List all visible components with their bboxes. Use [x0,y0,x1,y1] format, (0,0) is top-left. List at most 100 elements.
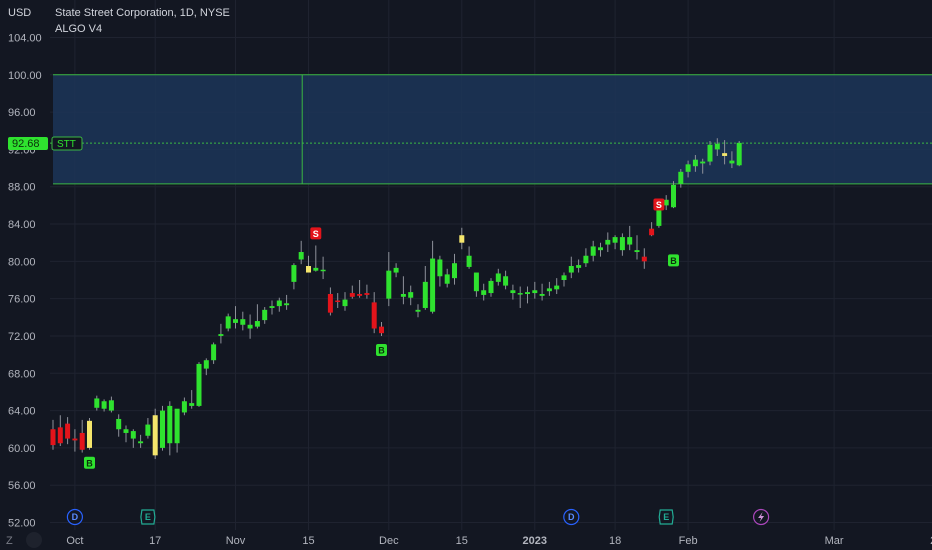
candle-body [525,292,530,294]
candle-body [444,274,450,284]
candle-body [495,273,501,282]
zoom-reset-icon: Z [6,535,13,547]
logo-icon [26,532,42,548]
event-label: D [568,512,575,522]
candle-body [590,246,596,256]
earnings-event[interactable]: E [140,509,156,525]
candle-body [269,306,275,308]
candle-body [656,209,662,226]
y-tick-label: 104.00 [8,33,42,45]
candle-body [722,153,728,156]
buy-signal-marker: B [84,456,95,469]
candle-body [342,299,348,307]
candle-body [181,401,187,413]
split-event[interactable] [752,508,770,526]
candle-body [532,290,538,294]
x-tick-label: 15 [456,535,468,547]
candle-body [619,237,625,251]
candle-body [327,293,333,313]
signal-marker-label: S [656,200,662,210]
signal-marker-label: S [313,229,319,239]
y-tick-label: 68.00 [8,368,36,380]
candle-body [211,344,217,361]
candle-body [130,431,136,439]
candle-body [225,316,231,329]
x-tick-label: 18 [609,535,621,547]
currency-label: USD [8,7,31,19]
signal-marker-label: B [378,345,385,355]
candle-body [583,255,589,264]
dividend-event[interactable]: D [66,508,84,526]
y-tick-label: 76.00 [8,294,36,306]
candle-body [203,360,209,369]
y-tick-label: 52.00 [8,518,36,530]
candle-body [291,265,297,282]
y-tick-label: 84.00 [8,219,36,231]
candle-body [576,265,582,268]
candle-body [415,309,421,312]
candle-body [218,334,224,336]
candle-body [422,281,428,308]
candle-body [50,429,56,446]
candle-body [386,270,392,299]
candle-body [167,405,173,444]
candle-body [729,160,735,164]
candle-body [605,239,611,245]
candle [196,362,202,407]
dividend-event[interactable]: D [563,508,580,526]
candle-body [612,237,618,243]
candle-body [138,441,144,444]
candle-body [627,237,633,245]
candle-body [72,438,78,441]
indicator-name: ALGO V4 [55,23,102,35]
y-tick-label: 56.00 [8,480,36,492]
candle-body [87,420,92,448]
candle-body [101,401,107,409]
price-badge-value: 92.68 [12,138,40,150]
signal-marker-label: B [670,256,677,266]
candle-body [466,255,472,267]
candle-body [254,321,260,327]
candle-body [649,228,655,236]
y-tick-label: 100.00 [8,70,42,82]
y-tick-label: 88.00 [8,182,36,194]
price-chart[interactable]: BSBSB 104.00100.0096.0092.0088.0084.0080… [0,0,932,550]
candle-body [671,184,676,208]
candle-body [320,269,326,272]
candle-body [459,235,465,243]
candle-body [371,302,377,329]
buy-signal-marker: B [376,343,387,356]
candle-body [561,275,567,280]
candle-body [393,267,399,273]
sell-signal-marker: S [653,198,665,211]
candle-body [714,143,720,150]
x-tick-label: Mar [825,535,844,547]
candle-body [539,293,545,296]
candle-body [233,319,238,323]
candle-body [598,247,603,251]
y-tick-label: 80.00 [8,256,36,268]
x-tick-label: Feb [679,535,698,547]
x-tick-label: 15 [302,535,314,547]
candle-body [116,418,122,430]
supply-zone [50,74,932,185]
candle-body [262,309,268,321]
candle-body [634,250,640,253]
candle-body [298,252,304,260]
earnings-event[interactable]: E [658,509,674,525]
candle-body [108,400,114,411]
y-tick-label: 64.00 [8,406,36,418]
candle [671,181,676,209]
candle-body [700,161,706,164]
x-tick-label: 17 [149,535,161,547]
chart-root[interactable]: BSBSB 104.00 100.00 96.00 92.00 88.00 84.00 80… [0,0,932,550]
candle [152,408,158,460]
candle-body [57,427,63,444]
candle-body [335,300,341,303]
candle-body [452,263,457,279]
candle-body [364,293,370,295]
event-label: E [663,512,669,522]
candle-body [692,159,698,167]
chart-title: State Street Corporation, 1D, NYSE [55,7,230,19]
candle-body [400,293,406,297]
